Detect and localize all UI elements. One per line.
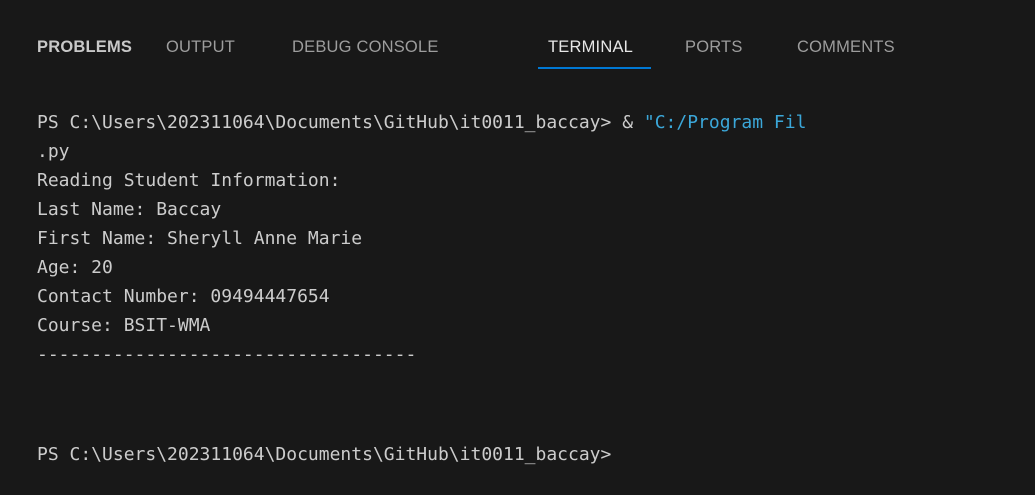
terminal-line: Age: 20: [37, 257, 113, 278]
tab-debug-console[interactable]: DEBUG CONSOLE: [292, 38, 439, 57]
tab-problems[interactable]: PROBLEMS: [37, 38, 132, 57]
tab-output[interactable]: OUTPUT: [166, 38, 235, 57]
terminal-line: Last Name: Baccay: [37, 199, 222, 220]
terminal-panel: PROBLEMS OUTPUT DEBUG CONSOLE TERMINAL P…: [0, 0, 1035, 495]
terminal-line: Contact Number: 09494447654: [37, 286, 330, 307]
terminal-line: First Name: Sheryll Anne Marie: [37, 228, 363, 249]
terminal-line: .py: [37, 141, 70, 162]
panel-tab-bar: PROBLEMS OUTPUT DEBUG CONSOLE TERMINAL P…: [0, 0, 1035, 90]
terminal-prompt: PS C:\Users\202311064\Documents\GitHub\i…: [37, 444, 612, 465]
tab-ports[interactable]: PORTS: [685, 38, 743, 57]
command-string: "C:/Program Fil: [643, 112, 807, 133]
terminal-line: Reading Student Information:: [37, 170, 341, 191]
terminal-line: Course: BSIT-WMA: [37, 315, 211, 336]
terminal-separator: -----------------------------------: [37, 344, 417, 365]
tab-comments[interactable]: COMMENTS: [797, 38, 895, 57]
terminal-output[interactable]: PS C:\Users\202311064\Documents\GitHub\i…: [37, 107, 1035, 495]
active-tab-indicator: [538, 67, 651, 69]
terminal-command-line: PS C:\Users\202311064\Documents\GitHub\i…: [37, 109, 806, 137]
command-prompt: PS C:\Users\202311064\Documents\GitHub\i…: [37, 112, 644, 133]
tab-terminal[interactable]: TERMINAL: [548, 38, 633, 57]
